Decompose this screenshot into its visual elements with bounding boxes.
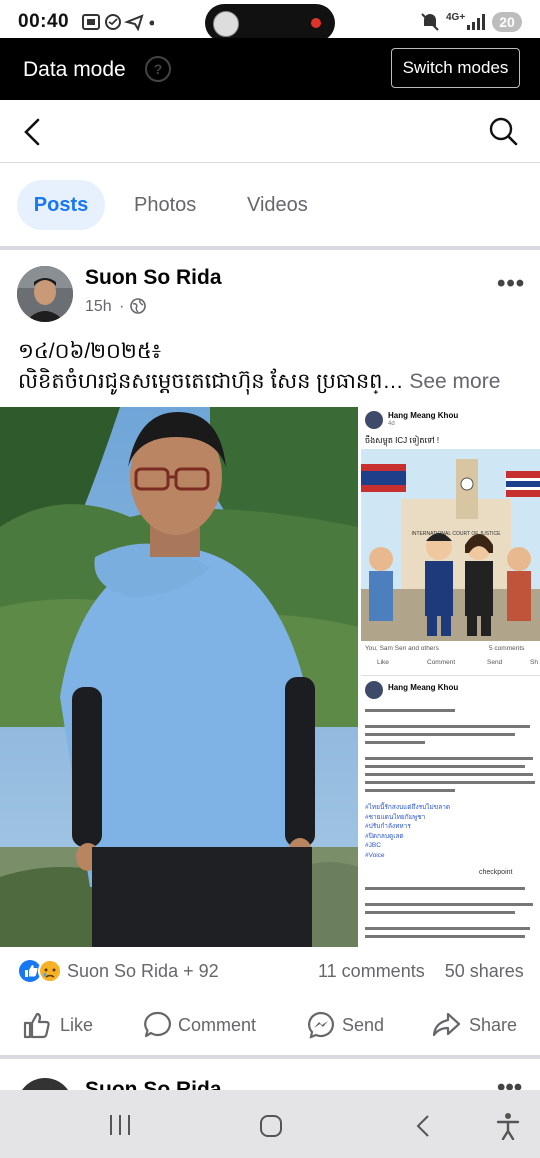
camera-cutout	[205, 4, 335, 42]
tab-photos[interactable]: Photos	[134, 180, 196, 230]
recording-dot-icon	[311, 18, 321, 28]
network-type: 4G+	[446, 12, 466, 23]
embedded-checkpoint: checkpoint	[479, 869, 513, 876]
share-label: Share	[469, 1015, 518, 1035]
embedded-avatar-2	[365, 681, 383, 699]
embedded-divider	[361, 675, 540, 676]
embedded-send: Send	[487, 659, 503, 666]
reactions-label[interactable]: Suon So Rida + 92	[67, 961, 219, 982]
embedded-share: Sh	[530, 659, 538, 666]
see-more-link[interactable]: See more	[404, 370, 500, 393]
more-options-icon[interactable]: •••	[497, 270, 525, 298]
engagement-counts: 11 comments 50 shares	[318, 961, 524, 982]
post-text-truncated: លិខិតចំហរជូនសម្តេចតេជោហ៊ុន សែន ប្រធានព្…	[18, 370, 404, 393]
comment-button[interactable]: Comment	[142, 1006, 272, 1046]
embedded-comments: 5 comments	[489, 645, 525, 652]
embedded-caption: ចឹងសម្លុត ICJ ទៀតទៅ !	[365, 436, 440, 445]
post-time: 15h	[85, 298, 112, 315]
hashtag: #ไทยนี้รักสงบแต่ถึงรบไม่ขลาด	[365, 804, 451, 811]
hashtag: #ปรับกำลังทหาร	[365, 823, 411, 830]
help-icon[interactable]: ?	[145, 56, 171, 82]
embedded-avatar	[365, 411, 383, 429]
post-photo-2[interactable]: Hang Meang Khou 4d ចឹងសម្លុត ICJ ទៀតទៅ !	[361, 407, 540, 947]
embedded-author-2: Hang Meang Khou	[388, 683, 459, 692]
search-icon[interactable]	[489, 117, 519, 147]
tab-videos[interactable]: Videos	[247, 180, 308, 230]
comment-icon	[144, 1011, 171, 1038]
hashtag: #JBC	[365, 842, 381, 849]
clock: 00:40	[18, 11, 70, 32]
thumbs-up-icon	[23, 1012, 50, 1039]
recents-icon[interactable]	[108, 1114, 132, 1136]
switch-modes-button[interactable]: Switch modes	[391, 48, 520, 88]
reaction-icons[interactable]	[18, 958, 64, 984]
signal-icon	[466, 13, 486, 31]
like-button[interactable]: Like	[22, 1006, 122, 1046]
share-button[interactable]: Share	[431, 1006, 531, 1046]
embedded-comment: Comment	[427, 659, 456, 666]
comment-label: Comment	[178, 1015, 257, 1035]
post-meta: 15h ·	[85, 298, 125, 315]
embedded-like: Like	[377, 659, 389, 666]
shares-count[interactable]: 50 shares	[445, 961, 524, 981]
notification-icons	[82, 13, 154, 31]
globe-icon	[130, 298, 146, 314]
status-bar: 00:40 4G+ 20	[0, 0, 540, 42]
post-text-line1: ១៤/០៦/២០២៥៖	[18, 340, 161, 363]
embedded-author: Hang Meang Khou	[388, 411, 459, 420]
hashtag: #ชายแดนไทยกัมพูชา	[365, 813, 426, 821]
battery-indicator: 20	[492, 12, 522, 32]
embedded-cartoon: INTERNATIONAL COURT OF JUSTICE	[361, 449, 540, 641]
post-text-line2: លិខិតចំហរជូនសម្តេចតេជោហ៊ុន សែន ប្រធានព្……	[18, 368, 500, 399]
embedded-reactors: You, Sam Sen and others	[365, 645, 439, 652]
top-nav	[0, 100, 540, 163]
post-author[interactable]: Suon So Rida	[85, 266, 222, 290]
system-navigation-bar	[0, 1090, 540, 1158]
share-icon	[432, 1012, 461, 1037]
messenger-icon	[308, 1011, 334, 1039]
embedded-body-text-2	[365, 885, 535, 945]
back-arrow-icon[interactable]	[22, 118, 44, 146]
post-photo-1[interactable]	[0, 407, 358, 947]
section-divider	[0, 246, 540, 250]
system-back-icon[interactable]	[414, 1114, 432, 1138]
like-label: Like	[60, 1015, 94, 1035]
send-label: Send	[342, 1015, 385, 1035]
home-icon[interactable]	[259, 1114, 283, 1138]
embedded-hashtags: #ไทยนี้รักสงบแต่ถึงรบไม่ขลาด #ชายแดนไทยก…	[365, 803, 450, 860]
mute-icon	[420, 12, 440, 32]
tab-posts[interactable]: Posts	[17, 180, 105, 230]
embedded-time: 4d	[388, 421, 395, 427]
hashtag: #ปิดกลบดูเลต	[365, 832, 404, 840]
hashtag: #Voice	[365, 851, 385, 859]
court-sign: INTERNATIONAL COURT OF JUSTICE	[411, 531, 501, 537]
author-avatar[interactable]	[17, 266, 73, 322]
app-avatar-icon	[213, 11, 239, 37]
send-button[interactable]: Send	[306, 1006, 406, 1046]
accessibility-icon[interactable]	[496, 1112, 520, 1140]
section-divider	[0, 1055, 540, 1059]
embedded-body-text	[365, 707, 535, 797]
data-mode-title: Data mode	[23, 58, 126, 81]
comments-count[interactable]: 11 comments	[318, 961, 425, 981]
data-mode-bar: Data mode ? Switch modes	[0, 38, 540, 100]
